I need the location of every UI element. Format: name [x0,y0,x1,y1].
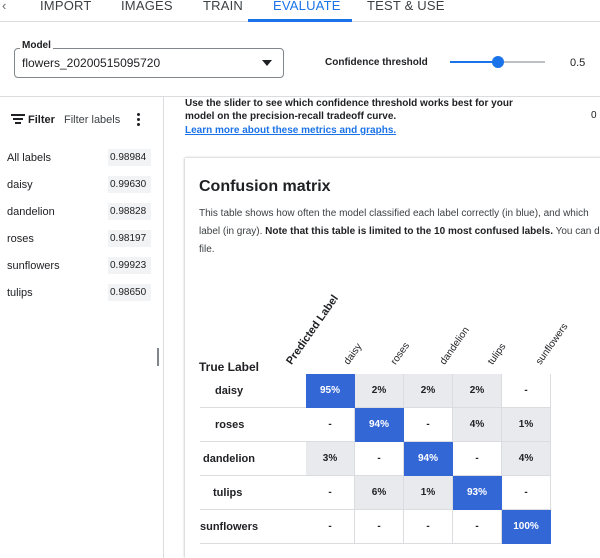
matrix-cell[interactable]: 100% [502,510,551,544]
matrix-cell[interactable]: - [306,510,355,544]
label-score: 0.98650 [108,284,151,301]
matrix-cell[interactable]: 3% [306,442,355,476]
matrix-cell[interactable]: 94% [355,408,404,442]
label-name: tulips [7,287,33,299]
label-score: 0.98984 [108,149,151,166]
intro-text-line1: Use the slider to see which confidence t… [185,98,513,109]
matrix-cell[interactable]: 93% [453,476,502,510]
matrix-cell[interactable]: 1% [502,408,551,442]
matrix-cell[interactable]: 1% [404,476,453,510]
matrix-cell[interactable]: - [404,510,453,544]
row-label-daisy: daisy [215,385,244,397]
matrix-cell[interactable]: - [355,442,404,476]
label-name: sunflowers [7,260,60,272]
confusion-matrix-desc-line1: This table shows how often the model cla… [199,208,589,219]
filter-label: Filter [28,114,55,126]
label-score: 0.98197 [108,230,151,247]
confidence-threshold-value: 0.5 [570,57,586,69]
clipped-value: 0 [591,110,597,121]
label-score: 0.99923 [108,257,151,274]
confidence-slider-thumb[interactable] [491,56,504,68]
label-row-roses[interactable]: roses 0.98197 [0,229,163,249]
row-label-tulips: tulips [213,487,243,499]
matrix-cell[interactable]: 6% [355,476,404,510]
tab-evaluate[interactable]: EVALUATE [273,0,341,12]
row-label-dandelion: dandelion [203,453,255,465]
matrix-cell[interactable]: - [355,510,404,544]
tab-test-use[interactable]: TEST & USE [367,0,445,12]
label-row-all[interactable]: All labels 0.98984 [0,148,163,168]
tab-import[interactable]: IMPORT [40,0,92,12]
more-vert-icon[interactable] [136,112,142,126]
label-row-dandelion[interactable]: dandelion 0.98828 [0,202,163,222]
matrix-cell[interactable]: - [306,408,355,442]
matrix-cell[interactable]: 4% [453,408,502,442]
tab-train[interactable]: TRAIN [203,0,243,12]
matrix-cell[interactable]: - [453,442,502,476]
label-name: roses [7,233,34,245]
row-label-sunflowers: sunflowers [200,521,259,533]
matrix-cell[interactable]: 2% [404,374,453,408]
chevron-left-icon[interactable]: ‹ [2,0,14,14]
label-name: daisy [7,179,33,191]
sidebar-divider[interactable] [163,97,164,558]
tab-bar: ‹ IMPORT IMAGES TRAIN EVALUATE TEST & US… [0,0,600,22]
matrix-cell[interactable]: 94% [404,442,453,476]
row-label-roses: roses [215,419,245,431]
label-name: dandelion [7,206,55,218]
label-row-sunflowers[interactable]: sunflowers 0.99923 [0,256,163,276]
matrix-cell[interactable]: - [306,476,355,510]
matrix-cell[interactable]: 2% [355,374,404,408]
label-row-daisy[interactable]: daisy 0.99630 [0,175,163,195]
sidebar-scrollbar[interactable] [157,348,159,366]
matrix-cell[interactable]: - [453,510,502,544]
intro-text-line2: model on the precision-recall tradeoff c… [185,111,397,122]
matrix-cell[interactable]: 2% [453,374,502,408]
matrix-cell[interactable]: 4% [502,442,551,476]
confusion-matrix-desc-line2: label (in gray). Note that this table is… [199,226,600,237]
active-tab-indicator [248,19,352,22]
confusion-matrix-desc-line3: file. [199,244,215,255]
chevron-down-icon[interactable] [262,60,272,66]
label-score: 0.99630 [108,176,151,193]
learn-more-link[interactable]: Learn more about these metrics and graph… [185,125,396,136]
model-select-value[interactable]: flowers_20200515095720 [22,56,160,70]
confidence-threshold-label: Confidence threshold [325,57,428,68]
confusion-matrix-title: Confusion matrix [199,178,331,195]
matrix-cell[interactable]: - [502,374,551,408]
confidence-slider-fill [450,61,498,63]
header-divider [0,96,600,97]
model-select-label: Model [20,40,53,51]
filter-labels-input[interactable]: Filter labels [64,114,120,126]
tab-images[interactable]: IMAGES [121,0,173,12]
matrix-cell[interactable]: - [502,476,551,510]
true-label-heading: True Label [199,360,260,374]
filter-icon[interactable] [11,114,25,125]
label-row-tulips[interactable]: tulips 0.98650 [0,283,163,303]
matrix-cell[interactable]: - [404,408,453,442]
label-name: All labels [7,152,52,164]
matrix-cell[interactable]: 95% [306,374,355,408]
label-score: 0.98828 [108,203,151,220]
